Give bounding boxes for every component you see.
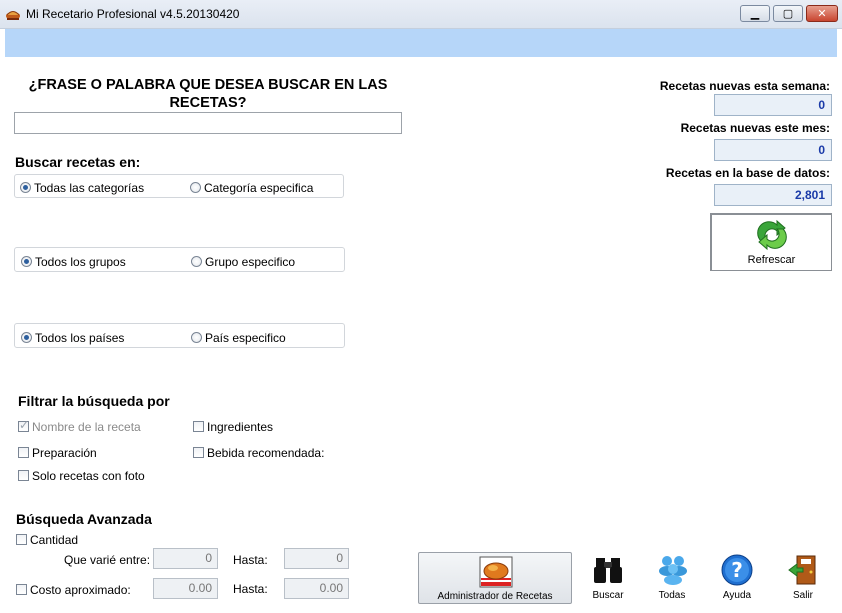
radio-specific-country[interactable]: País especifico <box>191 330 286 345</box>
radio-specific-group[interactable]: Grupo especifico <box>191 254 295 269</box>
roast-chicken-icon <box>479 556 513 588</box>
radio-label: País especifico <box>205 330 286 345</box>
radio-indicator <box>21 332 32 344</box>
maximize-icon: ▢ <box>782 7 794 20</box>
scope-title: Buscar recetas en: <box>15 154 141 170</box>
new-week-label: Recetas nuevas esta semana: <box>659 79 830 93</box>
recipe-admin-button[interactable]: Administrador de Recetas <box>418 552 572 604</box>
radio-label: Todos los países <box>35 330 125 345</box>
cost-from-input[interactable]: 0.00 <box>153 578 218 599</box>
radio-all-groups[interactable]: Todos los grupos <box>21 254 126 269</box>
radio-indicator <box>21 256 32 268</box>
checkbox-indicator <box>16 584 27 596</box>
radio-label: Todas las categorías <box>34 180 145 195</box>
new-week-value: 0 <box>714 94 832 116</box>
checkbox-recommended-drink[interactable]: Bebida recomendada: <box>193 445 324 460</box>
radio-all-categories[interactable]: Todas las categorías <box>20 180 144 195</box>
checkbox-label: Costo aproximado: <box>30 582 131 597</box>
search-heading: ¿FRASE O PALABRA QUE DESEA BUSCAR EN LAS… <box>28 77 388 111</box>
refresh-label: Refrescar <box>747 254 796 266</box>
recipe-admin-label: Administrador de Recetas <box>437 591 553 602</box>
cost-to-label: Hasta: <box>233 582 268 596</box>
binoculars-icon <box>594 558 622 583</box>
checkbox-photo-only[interactable]: Solo recetas con foto <box>18 468 145 483</box>
exit-button[interactable]: Salir <box>775 554 831 604</box>
maximize-button[interactable]: ▢ <box>773 5 803 22</box>
checkbox-cost[interactable]: Costo aproximado: <box>16 582 131 597</box>
radio-indicator <box>20 182 31 194</box>
search-label: Buscar <box>592 590 624 601</box>
radio-label: Categoría especifica <box>204 180 314 195</box>
checkbox-label: Nombre de la receta <box>32 419 141 434</box>
refresh-icon <box>757 219 787 251</box>
search-button[interactable]: Buscar <box>580 554 636 604</box>
checkbox-label: Preparación <box>32 445 97 460</box>
users-icon <box>659 556 687 585</box>
exit-door-icon <box>788 555 816 585</box>
help-label: Ayuda <box>722 590 752 601</box>
checkbox-indicator <box>18 470 29 482</box>
checkbox-quantity[interactable]: Cantidad <box>16 532 78 547</box>
all-recipes-label: Todas <box>658 590 686 601</box>
radio-label: Grupo especifico <box>205 254 296 269</box>
checkbox-indicator <box>18 418 29 433</box>
all-recipes-button[interactable]: Todas <box>644 554 700 604</box>
checkbox-ingredients[interactable]: Ingredientes <box>193 419 273 434</box>
checkbox-indicator <box>16 534 27 546</box>
new-month-label: Recetas nuevas este mes: <box>680 121 830 135</box>
minimize-button[interactable]: ▁ <box>740 5 770 22</box>
new-month-value: 0 <box>714 139 832 161</box>
close-icon: ✕ <box>817 7 827 20</box>
checkbox-indicator <box>193 447 204 459</box>
checkbox-label: Bebida recomendada: <box>207 445 325 460</box>
refresh-button[interactable]: Refrescar <box>710 213 832 271</box>
range-label: Que varié entre: <box>64 553 151 567</box>
help-button[interactable]: ? Ayuda <box>709 554 765 604</box>
checkbox-label: Solo recetas con foto <box>32 468 145 483</box>
radio-specific-category[interactable]: Categoría especifica <box>190 180 313 195</box>
svg-text:?: ? <box>731 558 743 582</box>
radio-all-countries[interactable]: Todos los países <box>21 330 124 345</box>
app-icon <box>6 11 20 20</box>
total-label: Recetas en la base de datos: <box>665 166 830 180</box>
window-title: Mi Recetario Profesional v4.5.20130420 <box>26 7 240 21</box>
quantity-from-input[interactable]: 0 <box>153 548 218 569</box>
minimize-icon: ▁ <box>750 7 760 20</box>
checkbox-indicator <box>193 421 204 433</box>
header-band <box>5 29 837 57</box>
total-value: 2,801 <box>714 184 832 206</box>
radio-label: Todos los grupos <box>35 254 126 269</box>
exit-label: Salir <box>792 590 813 601</box>
advanced-title: Búsqueda Avanzada <box>16 511 152 527</box>
cost-to-input[interactable]: 0.00 <box>284 578 349 599</box>
filter-title: Filtrar la búsqueda por <box>18 393 170 409</box>
help-icon: ? <box>721 554 753 586</box>
close-button[interactable]: ✕ <box>806 5 838 22</box>
radio-indicator <box>191 256 202 268</box>
quantity-to-label: Hasta: <box>233 553 268 567</box>
radio-indicator <box>190 182 201 194</box>
checkbox-indicator <box>18 447 29 459</box>
quantity-to-input[interactable]: 0 <box>284 548 349 569</box>
checkbox-label: Cantidad <box>30 532 79 547</box>
search-input[interactable] <box>14 112 402 134</box>
checkbox-label: Ingredientes <box>207 419 274 434</box>
checkbox-preparation[interactable]: Preparación <box>18 445 97 460</box>
checkbox-recipe-name[interactable]: Nombre de la receta <box>18 418 141 434</box>
radio-indicator <box>191 332 202 344</box>
